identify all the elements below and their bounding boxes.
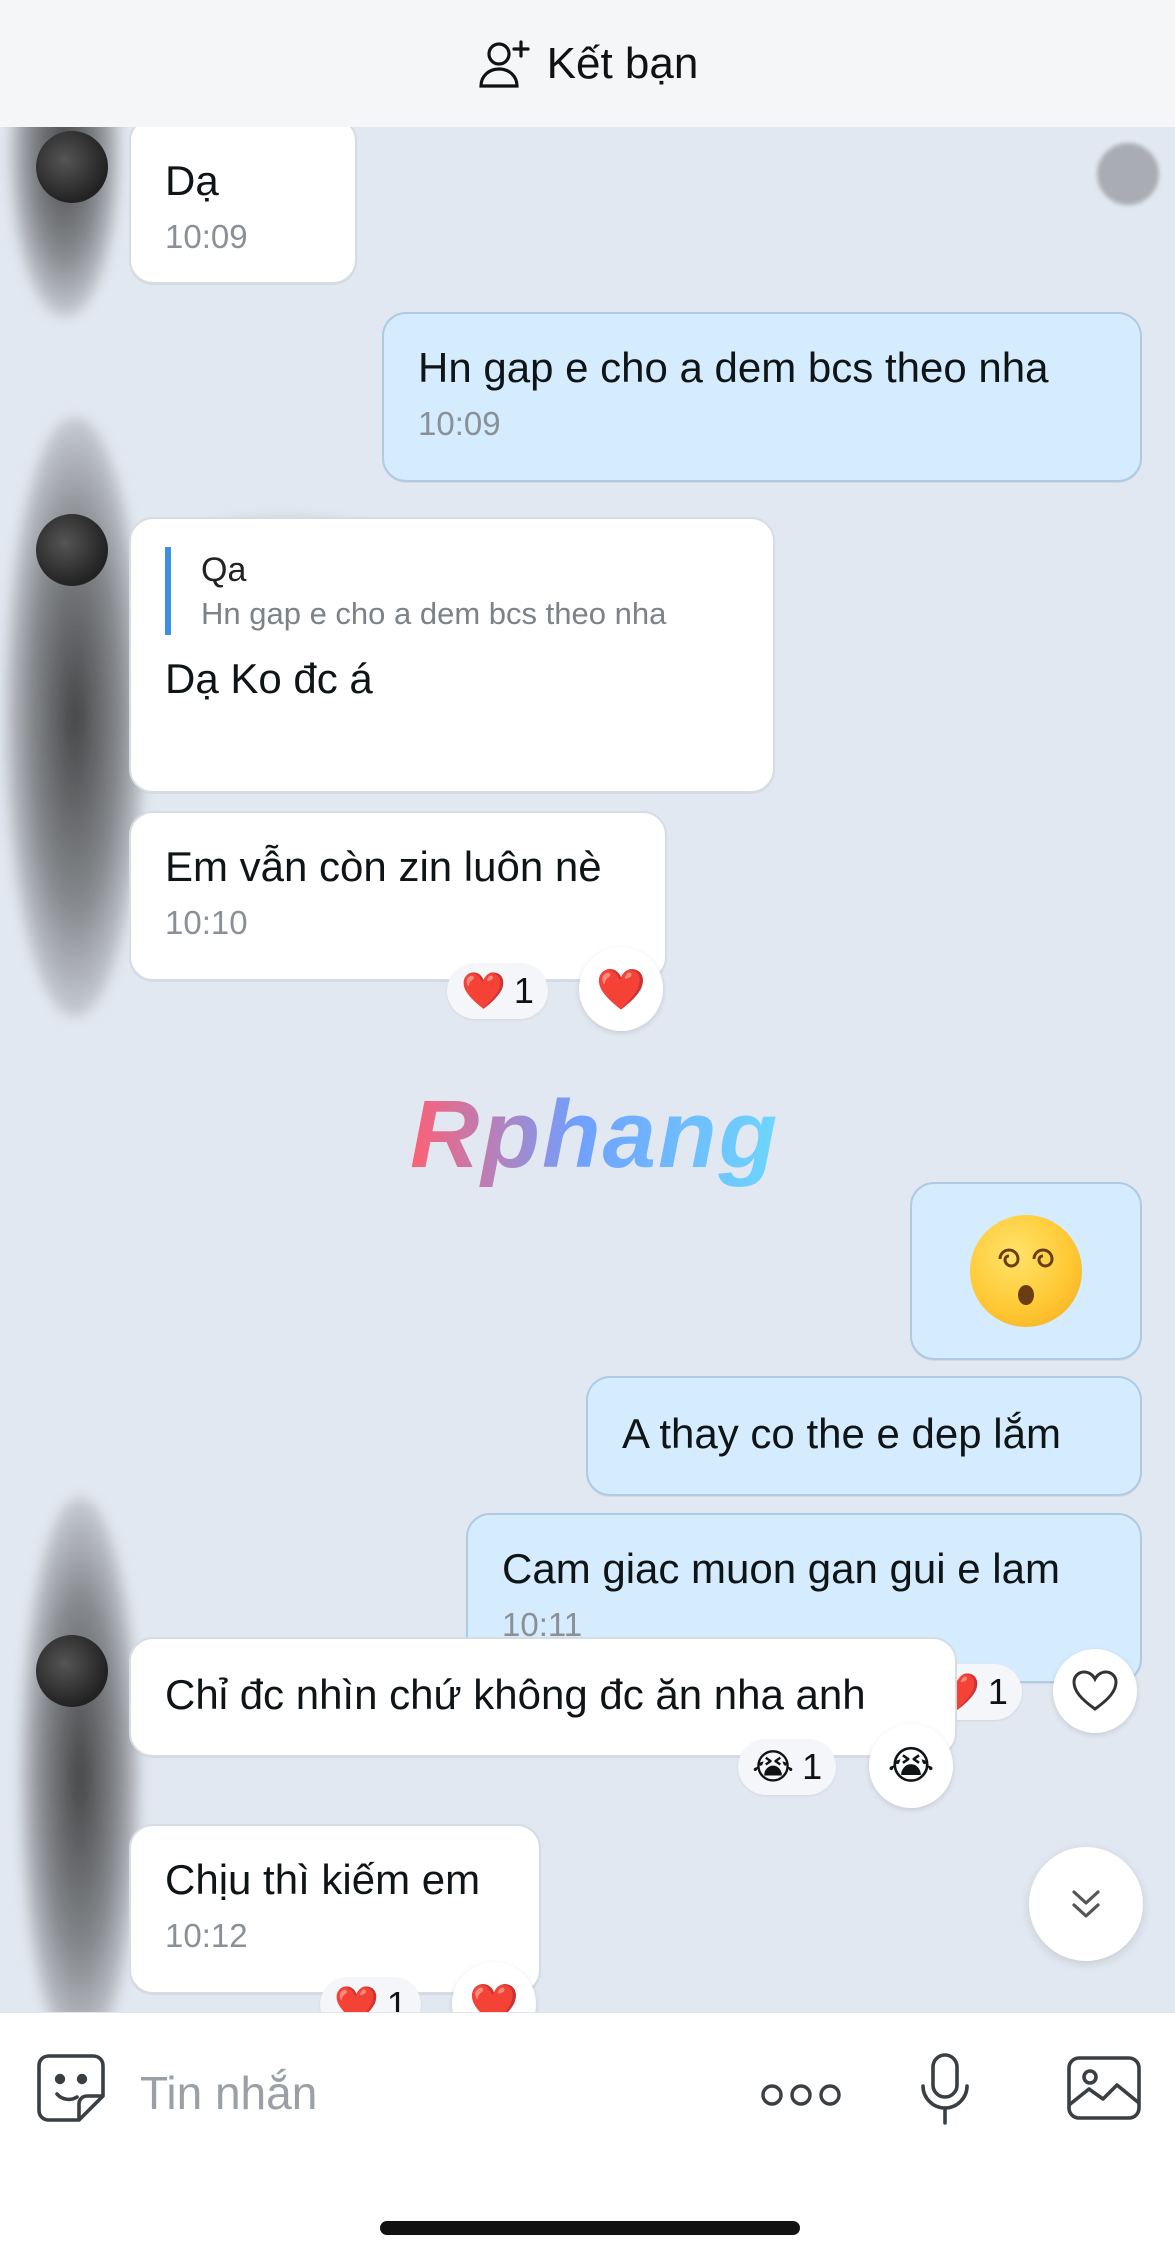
chevron-double-down-icon xyxy=(1066,1884,1106,1924)
top-bar: Kết bạn xyxy=(0,0,1175,127)
message-bubble-incoming[interactable]: Dạ 10:09 xyxy=(129,127,357,284)
cry-emoji-icon: 😭 xyxy=(752,1746,795,1787)
message-input[interactable]: Tin nhắn xyxy=(140,2053,700,2133)
message-time: 10:10 xyxy=(165,904,248,941)
react-button[interactable]: ❤️ xyxy=(579,947,663,1031)
avatar[interactable] xyxy=(36,514,108,586)
reaction-count[interactable]: 😭 1 xyxy=(738,1739,837,1795)
avatar[interactable] xyxy=(36,1635,108,1707)
message-text: Cam giac muon gan gui e lam xyxy=(502,1545,1060,1592)
image-gallery-icon xyxy=(1066,2055,1142,2121)
heart-icon: ❤️ xyxy=(461,970,506,1011)
reaction-count[interactable]: ❤️ 1 xyxy=(320,1977,421,2012)
heart-icon: ❤️ xyxy=(596,967,646,1012)
more-dots-icon xyxy=(759,2082,843,2108)
message-bubble-outgoing[interactable] xyxy=(910,1182,1142,1360)
heart-icon: ❤️ xyxy=(469,1982,519,2013)
react-button[interactable] xyxy=(1053,1649,1137,1733)
scroll-to-bottom-button[interactable] xyxy=(1029,1847,1143,1961)
add-friend-label: Kết bạn xyxy=(546,38,699,88)
microphone-icon xyxy=(919,2052,971,2126)
watermark: Rphang xyxy=(410,1081,780,1188)
reaction-count-value: 1 xyxy=(802,1746,823,1787)
person-add-icon xyxy=(477,38,533,90)
blur-smudge xyxy=(20,1497,140,2012)
message-text: A thay co the e dep lắm xyxy=(622,1410,1061,1457)
message-time: 10:09 xyxy=(165,218,248,255)
reaction-count[interactable]: ❤️ 1 xyxy=(447,963,548,1019)
message-text: Chỉ đc nhìn chứ không đc ăn nha anh xyxy=(165,1671,866,1718)
message-text: Dạ Ko đc á xyxy=(165,655,373,702)
avatar[interactable] xyxy=(36,131,108,203)
message-text: Dạ xyxy=(165,157,219,204)
add-friend-button[interactable]: Kết bạn xyxy=(477,38,699,90)
home-indicator[interactable] xyxy=(380,2221,800,2235)
heart-icon: ❤️ xyxy=(334,1984,379,2012)
photo-button[interactable] xyxy=(1064,2053,1144,2123)
reaction-count-value: 1 xyxy=(386,1984,407,2012)
message-time: 10:12 xyxy=(165,1917,248,1954)
reply-quoted-text: Hn gap e cho a dem bcs theo nha xyxy=(201,596,667,631)
message-bubble-outgoing[interactable]: A thay co the e dep lắm xyxy=(586,1376,1142,1496)
reply-sender-name: Qa xyxy=(201,551,247,589)
reaction-count-value: 1 xyxy=(513,970,534,1011)
dizzy-face-emoji-icon xyxy=(970,1215,1082,1327)
message-bubble-incoming[interactable]: Chỉ đc nhìn chứ không đc ăn nha anh xyxy=(129,1637,957,1757)
message-bubble-outgoing[interactable]: Hn gap e cho a dem bcs theo nha 10:09 xyxy=(382,312,1142,482)
message-text: Hn gap e cho a dem bcs theo nha xyxy=(418,344,1049,391)
message-time: 10:09 xyxy=(418,405,501,442)
gray-dot xyxy=(1097,143,1159,205)
chat-area[interactable]: Dạ 10:09 Hn gap e cho a dem bcs theo nha… xyxy=(0,127,1175,2012)
message-text: Em vẫn còn zin luôn nè xyxy=(165,843,602,890)
heart-outline-icon xyxy=(1071,1669,1119,1713)
message-bubble-incoming[interactable]: Qa Hn gap e cho a dem bcs theo nha Dạ Ko… xyxy=(129,517,775,793)
message-bubble-incoming[interactable]: Em vẫn còn zin luôn nè 10:10 xyxy=(129,811,667,981)
blur-smudge xyxy=(5,417,145,1017)
sticker-button[interactable] xyxy=(34,2051,108,2125)
message-text: Chịu thì kiếm em xyxy=(165,1856,481,1903)
more-options-button[interactable] xyxy=(756,2065,846,2125)
reaction-count-value: 1 xyxy=(987,1671,1008,1712)
voice-record-button[interactable] xyxy=(910,2049,980,2129)
cry-emoji-icon: 😭 xyxy=(887,1744,935,1788)
sticker-face-icon xyxy=(35,2052,107,2124)
reply-quote[interactable]: Qa Hn gap e cho a dem bcs theo nha xyxy=(165,547,739,635)
react-button[interactable]: 😭 xyxy=(869,1724,953,1808)
